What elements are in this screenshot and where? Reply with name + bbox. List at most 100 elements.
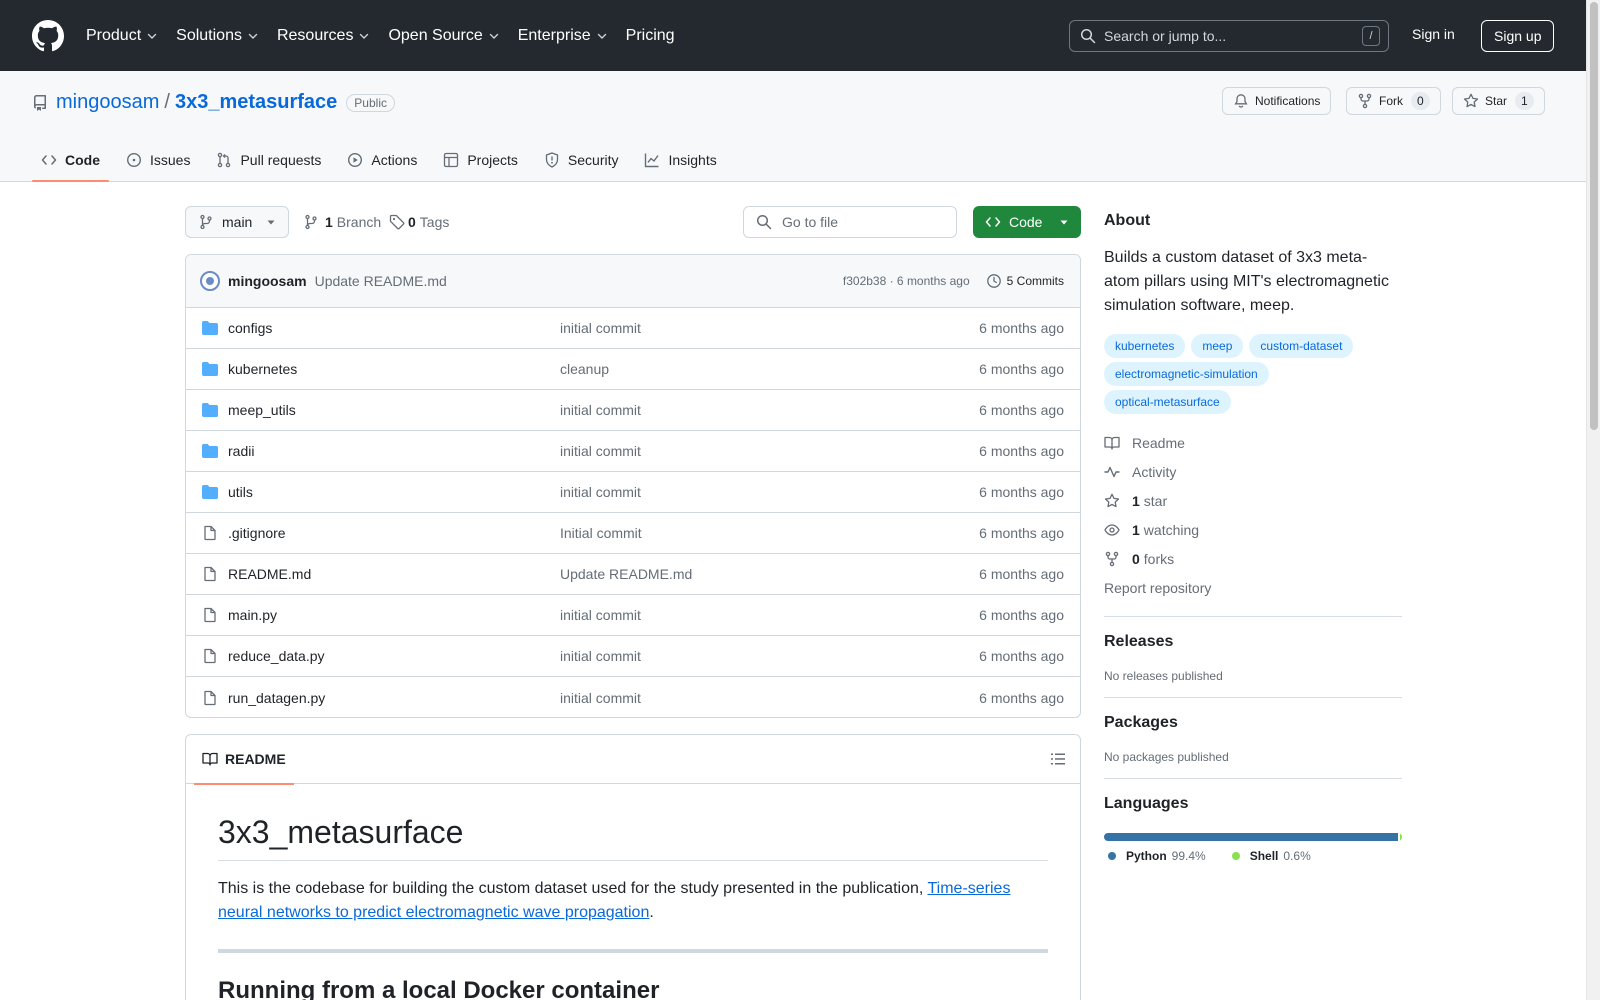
avatar[interactable]: [200, 271, 220, 291]
topic-tag[interactable]: meep: [1191, 334, 1244, 358]
commit-author[interactable]: mingoosam: [228, 273, 307, 289]
language-list: Python 99.4% Shell 0.6%: [1104, 849, 1402, 863]
table-row: README.md Update README.md 6 months ago: [186, 554, 1080, 595]
tab-issues[interactable]: Issues: [117, 139, 199, 181]
file-commit-message[interactable]: cleanup: [560, 361, 979, 377]
file-commit-date: 6 months ago: [979, 689, 1064, 706]
releases-note: No releases published: [1104, 669, 1223, 683]
language-item[interactable]: Python 99.4%: [1104, 849, 1206, 863]
file-name-link[interactable]: kubernetes: [228, 361, 560, 377]
tags-link[interactable]: 0 Tags: [389, 214, 449, 230]
nav-solutions[interactable]: Solutions: [176, 27, 259, 45]
file-commit-message[interactable]: initial commit: [560, 690, 979, 706]
file-commit-date: 6 months ago: [979, 484, 1064, 500]
readme-link[interactable]: Readme: [1104, 428, 1402, 457]
repo-owner-link[interactable]: mingoosam: [56, 91, 159, 114]
file-commit-message[interactable]: initial commit: [560, 607, 979, 623]
file-commit-message[interactable]: initial commit: [560, 402, 979, 418]
language-bar: [1104, 833, 1402, 841]
commit-message[interactable]: Update README.md: [315, 273, 843, 289]
notifications-button[interactable]: Notifications: [1222, 87, 1332, 115]
file-name-link[interactable]: run_datagen.py: [228, 690, 560, 706]
commit-hash-time[interactable]: f302b38 · 6 months ago: [843, 274, 970, 288]
branches-link[interactable]: 1 Branch: [303, 214, 381, 230]
github-logo-icon[interactable]: [32, 19, 64, 52]
sign-up-button[interactable]: Sign up: [1481, 20, 1555, 52]
nav-pricing[interactable]: Pricing: [626, 27, 675, 45]
file-commit-date: 6 months ago: [979, 648, 1064, 664]
tab-pull-requests[interactable]: Pull requests: [207, 139, 330, 181]
commits-link[interactable]: 5 Commits: [986, 273, 1064, 289]
file-commit-date: 6 months ago: [979, 320, 1064, 336]
topic-tag[interactable]: kubernetes: [1104, 334, 1186, 358]
file-name-link[interactable]: reduce_data.py: [228, 648, 560, 664]
file-icon: [204, 607, 216, 623]
file-name-link[interactable]: main.py: [228, 607, 560, 623]
star-button[interactable]: Star 1: [1452, 87, 1545, 115]
language-item[interactable]: Shell 0.6%: [1228, 849, 1311, 863]
tab-security[interactable]: Security: [535, 139, 628, 181]
nav-label: Resources: [276, 26, 354, 44]
sidebar-divider: [1104, 697, 1402, 698]
language-name: Shell: [1249, 849, 1279, 863]
languages-heading: Languages: [1104, 795, 1189, 812]
tab-code[interactable]: Code: [32, 139, 109, 182]
stars-link[interactable]: 1 star: [1104, 486, 1402, 515]
repo-sidebar: About Builds a custom dataset of 3x3 met…: [1104, 206, 1402, 863]
readme-title: 3x3_metasurface: [218, 814, 1048, 861]
nav-label: Enterprise: [517, 26, 591, 44]
fork-button[interactable]: Fork 0: [1346, 87, 1441, 115]
fork-label: Fork: [1379, 94, 1403, 108]
file-name-link[interactable]: utils: [228, 484, 560, 500]
search-box[interactable]: Search or jump to... /: [1069, 20, 1389, 52]
outline-list-icon[interactable]: [1050, 751, 1066, 767]
go-to-file-input[interactable]: Go to file: [743, 206, 957, 238]
chevron-down-icon: [248, 33, 258, 39]
packages-heading[interactable]: Packages: [1104, 714, 1402, 732]
branch-selector[interactable]: main: [185, 206, 289, 238]
file-name-link[interactable]: meep_utils: [228, 402, 560, 418]
file-name-link[interactable]: .gitignore: [228, 525, 560, 541]
repo-name-link[interactable]: 3x3_metasurface: [175, 91, 337, 114]
tab-actions[interactable]: Actions: [338, 139, 426, 181]
file-name-link[interactable]: README.md: [228, 566, 560, 582]
report-repository-link[interactable]: Report repository: [1104, 573, 1402, 602]
topic-tag[interactable]: electromagnetic-simulation: [1104, 362, 1269, 386]
nav-product[interactable]: Product: [86, 27, 158, 45]
forks-link[interactable]: 0 forks: [1104, 544, 1402, 573]
sign-in-link[interactable]: Sign in: [1412, 26, 1455, 42]
page-scrollbar[interactable]: [1586, 0, 1600, 1000]
language-color-dot: [1108, 852, 1116, 860]
watchers-link[interactable]: 1 watching: [1104, 515, 1402, 544]
tab-projects[interactable]: Projects: [434, 139, 527, 181]
file-commit-message[interactable]: initial commit: [560, 648, 979, 664]
star-label: Star: [1485, 94, 1508, 108]
topic-tag[interactable]: optical-metasurface: [1104, 390, 1231, 414]
readme-tab[interactable]: README: [194, 735, 294, 785]
nav-resources[interactable]: Resources: [277, 27, 370, 45]
activity-link[interactable]: Activity: [1104, 457, 1402, 486]
sidebar-divider: [1104, 616, 1402, 617]
readme-intro-end: .: [649, 904, 654, 921]
file-commit-message[interactable]: initial commit: [560, 320, 979, 336]
code-download-button[interactable]: Code: [973, 206, 1081, 238]
readme-divider: [218, 949, 1048, 953]
file-name-link[interactable]: radii: [228, 443, 560, 459]
topic-tag[interactable]: custom-dataset: [1249, 334, 1354, 358]
file-name-link[interactable]: configs: [228, 320, 560, 336]
activity-link-label: Activity: [1132, 463, 1177, 480]
nav-open-source[interactable]: Open Source: [388, 27, 499, 45]
eye-icon: [1104, 523, 1120, 536]
file-commit-message[interactable]: Initial commit: [560, 525, 979, 541]
main-nav: Product Solutions Resources Open Source Ente…: [86, 27, 693, 45]
scrollbar-thumb[interactable]: [1590, 2, 1598, 430]
file-commit-message[interactable]: initial commit: [560, 484, 979, 500]
file-icon: [204, 566, 216, 582]
nav-label: Solutions: [176, 26, 242, 44]
nav-enterprise[interactable]: Enterprise: [518, 27, 608, 45]
releases-heading[interactable]: Releases: [1104, 633, 1402, 651]
file-commit-message[interactable]: initial commit: [560, 443, 979, 459]
chevron-down-icon: [489, 33, 498, 39]
tab-insights[interactable]: Insights: [635, 139, 725, 181]
file-commit-message[interactable]: Update README.md: [560, 566, 979, 582]
